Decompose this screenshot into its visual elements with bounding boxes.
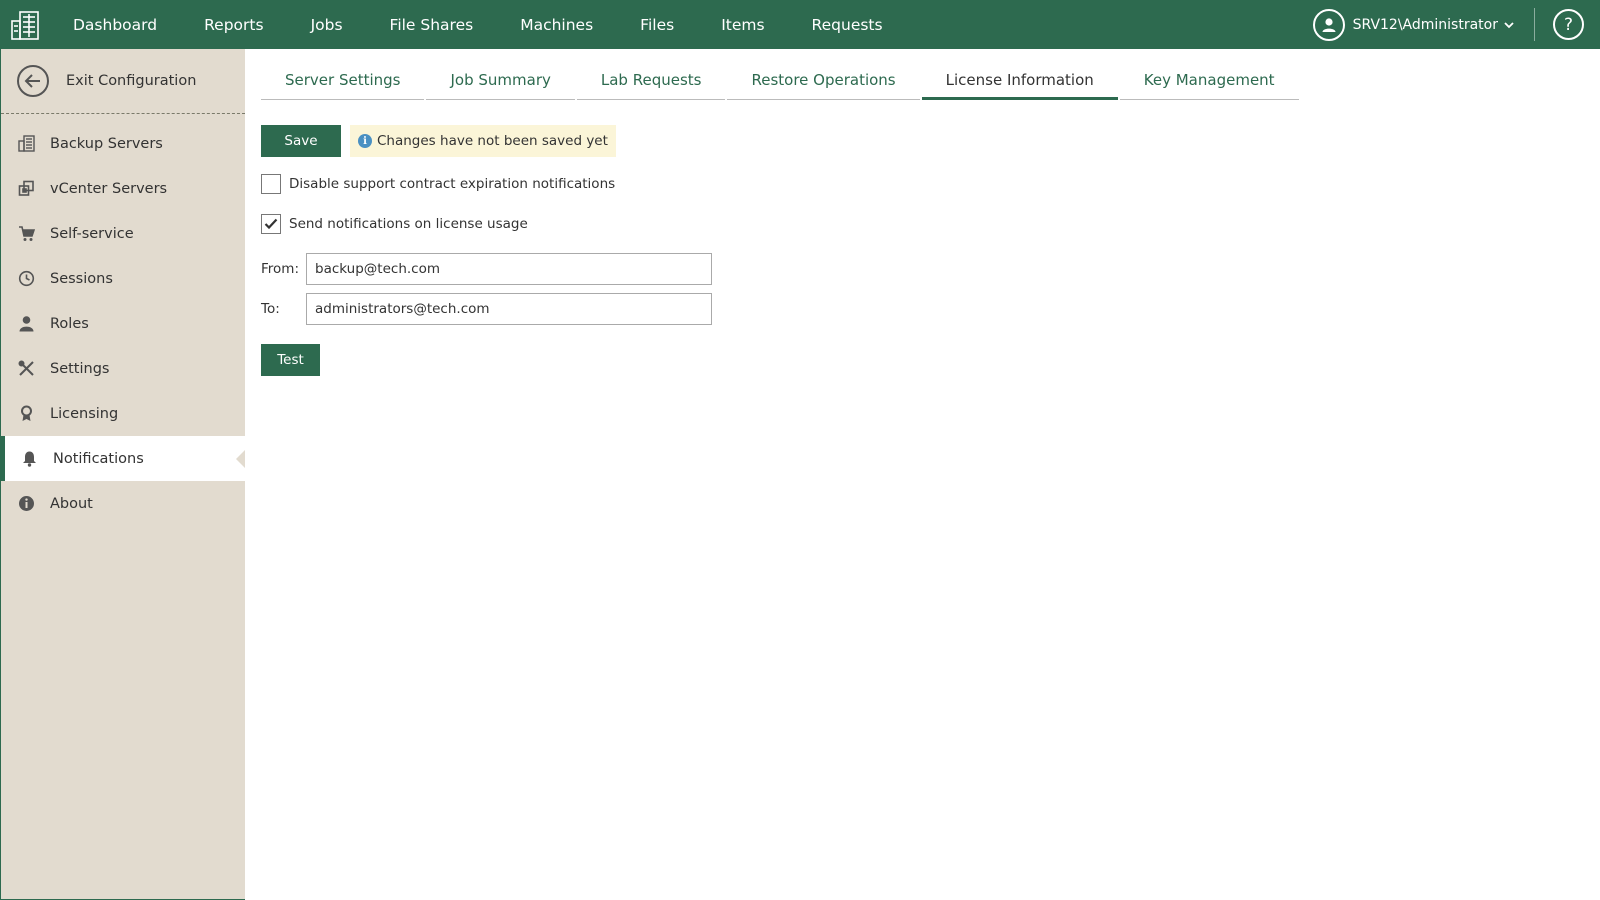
sidebar-item-roles[interactable]: Roles [1,301,245,346]
sidebar-item-settings[interactable]: Settings [1,346,245,391]
tab-key-management[interactable]: Key Management [1119,71,1299,100]
sidebar-item-vcenter-servers[interactable]: vCenter Servers [1,166,245,211]
from-label: From: [261,261,299,277]
sidebar-item-self-service[interactable]: Self-service [1,211,245,256]
exit-configuration-button[interactable]: Exit Configuration [1,49,245,114]
nav-reports[interactable]: Reports [204,16,263,34]
info-icon [17,495,35,513]
clock-icon [17,270,35,288]
sidebar-item-notifications[interactable]: Notifications [1,436,246,481]
disable-support-label: Disable support contract expiration noti… [289,176,616,192]
to-row: To: [261,293,712,325]
bell-icon [20,450,38,468]
sidebar-item-about[interactable]: About [1,481,245,526]
sidebar-item-label: vCenter Servers [50,180,168,197]
arrow-left-icon [17,65,49,97]
nav-jobs[interactable]: Jobs [311,16,343,34]
tab-restore-operations[interactable]: Restore Operations [727,71,920,100]
nav-requests[interactable]: Requests [812,16,883,34]
send-usage-row: Send notifications on license usage [261,214,528,234]
top-divider [1534,8,1535,41]
checkmark-icon [264,218,278,230]
sidebar-item-label: Sessions [50,270,113,287]
user-name: SRV12\Administrator [1352,16,1498,33]
nav-file-shares[interactable]: File Shares [390,16,474,34]
from-row: From: [261,253,712,285]
user-menu[interactable]: SRV12\Administrator [1312,0,1514,49]
license-icon [17,405,35,423]
disable-support-row: Disable support contract expiration noti… [261,174,615,194]
tools-icon [17,360,35,378]
unsaved-notice-text: Changes have not been saved yet [377,133,608,149]
sidebar-item-label: Roles [50,315,89,332]
cart-icon [17,225,35,243]
avatar-icon [1312,8,1345,41]
sidebar-item-label: Notifications [53,450,144,467]
tab-server-settings[interactable]: Server Settings [261,71,425,100]
test-button[interactable]: Test [261,344,320,376]
backup-servers-icon [17,135,35,153]
config-sidebar: Exit Configuration Backup Servers vCente… [0,49,246,900]
tab-job-summary[interactable]: Job Summary [426,71,575,100]
sidebar-item-sessions[interactable]: Sessions [1,256,245,301]
disable-support-checkbox[interactable] [261,174,281,194]
send-usage-label: Send notifications on license usage [289,216,528,232]
sidebar-item-label: Licensing [50,405,119,422]
main-nav: Dashboard Reports Jobs File Shares Machi… [73,0,930,49]
sidebar-item-backup-servers[interactable]: Backup Servers [1,121,245,166]
save-button[interactable]: Save [261,125,341,157]
info-icon: i [358,134,372,148]
to-email-field[interactable] [306,293,712,325]
active-indicator [236,450,245,468]
nav-dashboard[interactable]: Dashboard [73,16,157,34]
send-usage-checkbox[interactable] [261,214,281,234]
sidebar-item-label: About [50,495,93,512]
nav-machines[interactable]: Machines [520,16,593,34]
from-email-field[interactable] [306,253,712,285]
sidebar-item-licensing[interactable]: Licensing [1,391,245,436]
chevron-down-icon [1504,21,1514,29]
tab-bar: Server Settings Job Summary Lab Requests… [261,71,1301,100]
help-icon[interactable]: ? [1553,9,1584,40]
tab-license-information[interactable]: License Information [921,71,1118,100]
building-grid-icon[interactable] [0,0,49,49]
unsaved-notice: i Changes have not been saved yet [350,125,616,157]
main-content: Server Settings Job Summary Lab Requests… [245,49,1600,900]
nav-files[interactable]: Files [640,16,674,34]
vcenter-icon [17,180,35,198]
tab-lab-requests[interactable]: Lab Requests [576,71,726,100]
sidebar-menu: Backup Servers vCenter Servers Self-serv… [1,121,246,526]
sidebar-item-label: Self-service [50,225,134,242]
to-label: To: [261,301,280,317]
user-icon [17,315,35,333]
sidebar-item-label: Settings [50,360,110,377]
nav-items[interactable]: Items [721,16,764,34]
exit-configuration-label: Exit Configuration [66,73,197,89]
top-bar: Dashboard Reports Jobs File Shares Machi… [0,0,1600,49]
sidebar-item-label: Backup Servers [50,135,163,152]
